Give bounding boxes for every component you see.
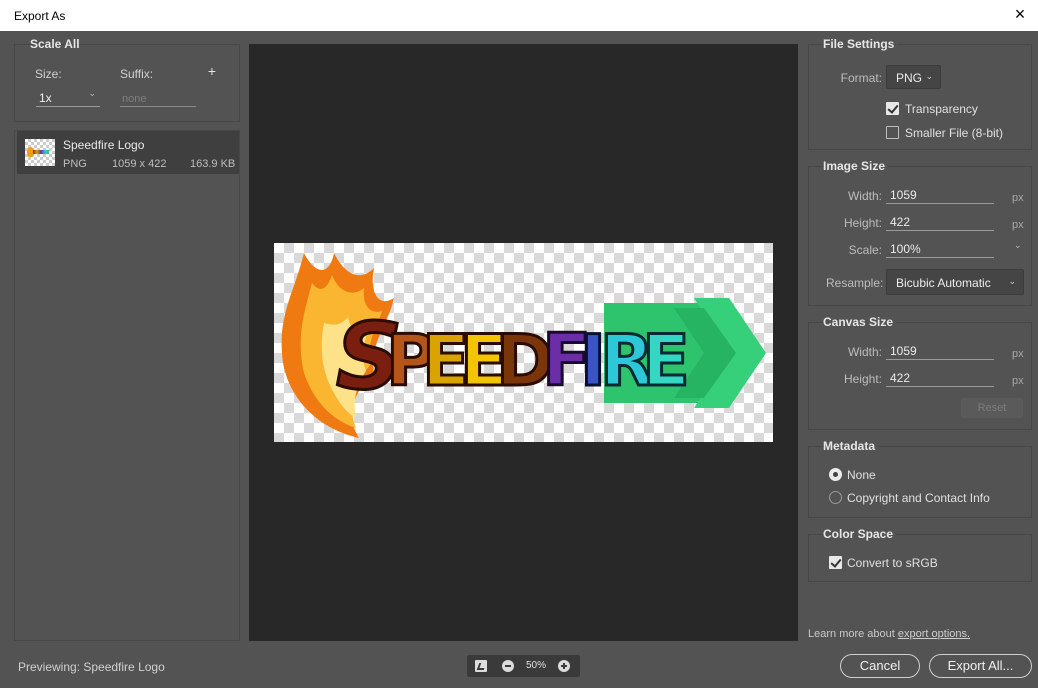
svg-text:E: E (642, 320, 690, 402)
image-height-label: Height: (843, 216, 882, 230)
metadata-header: Metadata (823, 439, 879, 453)
preview-image: S P E E D F I R E (274, 243, 773, 442)
export-options-link[interactable]: export options. (898, 628, 970, 640)
metadata-none-radio[interactable] (829, 468, 842, 481)
resample-label: Resample: (826, 276, 884, 290)
learn-more-prefix: Learn more about (808, 628, 895, 640)
export-all-button[interactable]: Export All... (929, 654, 1032, 678)
learn-more-text: Learn more about export options. (808, 628, 970, 640)
metadata-section (808, 446, 1032, 518)
image-width-unit: px (1012, 192, 1024, 204)
fit-to-screen-icon[interactable] (475, 660, 487, 672)
canvas-width-unit: px (1012, 348, 1024, 360)
image-height-field[interactable]: 422 (886, 215, 994, 231)
image-height-unit: px (1012, 219, 1024, 231)
suffix-label: Suffix: (120, 67, 154, 81)
size-select-value: 1x (39, 91, 52, 105)
preview-area: S P E E D F I R E (249, 44, 798, 641)
format-label: Format: (840, 71, 882, 85)
asset-thumbnail (25, 139, 55, 166)
resample-select[interactable]: Bicubic Automatic ⌄ (886, 269, 1024, 295)
zoom-level: 50% (526, 660, 547, 671)
zoom-in-icon[interactable] (558, 660, 570, 672)
title-bar: Export As × (0, 0, 1038, 31)
format-value: PNG (896, 71, 923, 85)
color-space-header: Color Space (823, 527, 897, 541)
smaller-file-checkbox[interactable] (886, 126, 899, 139)
close-icon[interactable]: × (1010, 3, 1030, 25)
scale-field[interactable]: 100% (886, 242, 994, 258)
metadata-copyright-radio[interactable] (829, 491, 842, 504)
chevron-down-icon: ⌄ (88, 88, 96, 98)
asset-list: Speedfire Logo PNG 1059 x 422 163.9 KB (14, 130, 240, 641)
add-scale-icon[interactable]: + (205, 63, 219, 79)
asset-file-size: 163.9 KB (190, 158, 236, 170)
canvas-width-label: Width: (847, 345, 882, 359)
size-select[interactable]: 1x ⌄ (36, 88, 100, 107)
reset-button[interactable]: Reset (961, 398, 1023, 418)
format-select[interactable]: PNG ⌄ (886, 65, 941, 89)
metadata-none-label: None (847, 468, 876, 482)
image-width-field[interactable]: 1059 (886, 188, 994, 204)
scale-all-section (14, 44, 240, 122)
scale-label: Scale: (848, 243, 882, 257)
canvas-height-unit: px (1012, 375, 1024, 387)
transparency-checkbox[interactable] (886, 102, 899, 115)
canvas-height-label: Height: (843, 372, 882, 386)
smaller-file-label: Smaller File (8-bit) (905, 126, 1004, 140)
chevron-down-icon: ⌄ (925, 71, 933, 81)
zoom-out-icon[interactable] (502, 660, 514, 672)
size-label: Size: (35, 67, 62, 81)
canvas-width-field[interactable]: 1059 (886, 344, 994, 360)
cancel-button[interactable]: Cancel (840, 654, 920, 678)
asset-name: Speedfire Logo (63, 138, 145, 152)
canvas-size-header: Canvas Size (823, 315, 897, 329)
file-settings-header: File Settings (823, 37, 898, 51)
suffix-input[interactable] (120, 91, 196, 107)
transparency-label: Transparency (905, 102, 978, 116)
left-panel: Speedfire Logo PNG 1059 x 422 163.9 KB (14, 31, 241, 641)
image-size-header: Image Size (823, 159, 889, 173)
window-title: Export As (14, 9, 66, 23)
scale-all-header: Scale All (30, 37, 80, 51)
resample-value: Bicubic Automatic (896, 276, 991, 290)
convert-srgb-checkbox[interactable] (829, 556, 842, 569)
zoom-controls: 50% (467, 655, 580, 677)
chevron-down-icon[interactable]: ⌄ (1014, 240, 1022, 251)
metadata-copyright-label: Copyright and Contact Info (847, 491, 990, 505)
chevron-down-icon: ⌄ (1008, 276, 1016, 286)
convert-srgb-label: Convert to sRGB (847, 556, 938, 570)
asset-row[interactable]: Speedfire Logo PNG 1059 x 422 163.9 KB (17, 131, 239, 174)
image-width-label: Width: (847, 189, 882, 203)
speedfire-logo: S P E E D F I R E (281, 253, 766, 438)
asset-type: PNG (63, 158, 87, 170)
previewing-status: Previewing: Speedfire Logo (18, 660, 165, 674)
asset-dimensions: 1059 x 422 (112, 158, 167, 170)
canvas-height-field[interactable]: 422 (886, 371, 994, 387)
